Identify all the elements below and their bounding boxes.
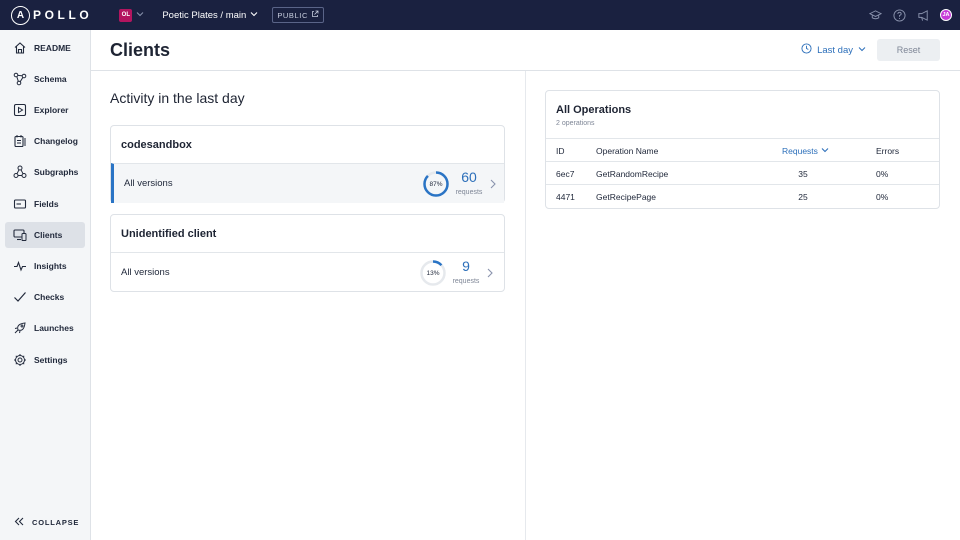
operations-card: All Operations 2 operations ID Operation…: [545, 90, 940, 209]
operations-title: All Operations: [556, 104, 632, 116]
org-badge[interactable]: OL: [119, 8, 133, 22]
request-count: 9: [462, 258, 470, 274]
client-version-row[interactable]: All versions 87% 60 requests: [111, 163, 504, 203]
graph-selector[interactable]: Poetic Plates / main: [162, 10, 258, 21]
double-chevron-left-icon: [14, 517, 24, 528]
chevron-down-icon: [858, 45, 866, 56]
sidebar-item-insights[interactable]: Insights: [5, 253, 85, 279]
public-label: PUBLIC: [277, 10, 309, 20]
sidebar-item-fields[interactable]: Fields: [5, 191, 85, 217]
subgraphs-icon: [13, 165, 27, 179]
public-badge[interactable]: PUBLIC: [272, 7, 325, 23]
external-link-icon: [311, 10, 319, 20]
sidebar-item-schema[interactable]: Schema: [5, 66, 85, 92]
sidebar: README Schema Explorer Changelog Subgrap…: [0, 30, 91, 540]
checks-icon: [13, 290, 27, 304]
top-right-icons: JA: [868, 0, 952, 30]
request-share-percent: 13%: [426, 269, 440, 277]
sidebar-item-label: Launches: [34, 323, 74, 333]
sidebar-item-changelog[interactable]: Changelog: [5, 128, 85, 154]
settings-icon: [13, 353, 27, 367]
sidebar-item-label: Changelog: [34, 136, 78, 146]
reset-button[interactable]: Reset: [877, 39, 940, 61]
operations-table-header: ID Operation Name Requests Errors: [546, 138, 939, 162]
operation-name: GetRandomRecipe: [596, 169, 669, 179]
time-range-label: Last day: [817, 44, 853, 56]
sidebar-item-label: Fields: [34, 199, 59, 209]
logo-text: POLLO: [33, 8, 93, 22]
request-count: 60: [461, 169, 477, 185]
explorer-icon: [13, 103, 27, 117]
sidebar-item-subgraphs[interactable]: Subgraphs: [5, 159, 85, 185]
collapse-label: COLLAPSE: [32, 518, 80, 527]
chevron-right-icon: [489, 177, 497, 195]
insights-icon: [13, 259, 27, 273]
sidebar-item-clients[interactable]: Clients: [5, 222, 85, 248]
requests-label: requests: [452, 278, 480, 285]
column-header-id[interactable]: ID: [556, 146, 565, 156]
top-bar: A POLLO OL Poetic Plates / main PUBLIC J…: [0, 0, 960, 30]
sidebar-item-launches[interactable]: Launches: [5, 315, 85, 341]
schema-icon: [13, 72, 27, 86]
activity-title: Activity in the last day: [110, 90, 245, 106]
graduation-cap-icon[interactable]: [868, 8, 882, 22]
column-header-requests-label: Requests: [782, 146, 818, 156]
sidebar-item-label: README: [34, 43, 71, 53]
sidebar-item-label: Schema: [34, 74, 67, 84]
client-card-unidentified: Unidentified client All versions 13% 9 r…: [110, 214, 505, 292]
org-chevron-down-icon[interactable]: [136, 10, 144, 20]
client-name: codesandbox: [121, 139, 192, 151]
column-header-errors[interactable]: Errors: [876, 146, 899, 156]
user-avatar[interactable]: JA: [940, 9, 952, 21]
sort-chevron-down-icon: [821, 146, 829, 156]
operation-name: GetRecipePage: [596, 192, 657, 202]
chevron-right-icon: [486, 266, 494, 284]
version-label: All versions: [121, 267, 170, 278]
column-header-operation-name[interactable]: Operation Name: [596, 146, 658, 156]
clients-icon: [13, 228, 27, 242]
operation-errors: 0%: [876, 192, 889, 202]
operation-errors: 0%: [876, 169, 889, 179]
operation-id: 4471: [556, 192, 575, 202]
client-name: Unidentified client: [121, 228, 217, 240]
sidebar-item-label: Insights: [34, 261, 67, 271]
operation-id: 6ec7: [556, 169, 575, 179]
changelog-icon: [13, 134, 27, 148]
time-range-selector[interactable]: Last day: [801, 43, 866, 57]
operations-count: 2 operations: [556, 120, 595, 127]
logo-letter: A: [11, 5, 30, 25]
sidebar-item-explorer[interactable]: Explorer: [5, 97, 85, 123]
operation-requests: 25: [798, 192, 808, 202]
requests-label: requests: [455, 189, 483, 196]
sidebar-item-label: Explorer: [34, 105, 69, 115]
help-icon[interactable]: [892, 8, 906, 22]
operation-requests: 35: [798, 169, 808, 179]
column-header-requests[interactable]: Requests: [782, 146, 829, 156]
announcement-icon[interactable]: [916, 8, 930, 22]
page-header: Clients Last day Reset: [91, 30, 960, 71]
sidebar-item-label: Checks: [34, 292, 65, 302]
graph-name: Poetic Plates / main: [162, 9, 247, 21]
client-card-codesandbox: codesandbox All versions 87% 60 requests: [110, 125, 505, 203]
sidebar-item-label: Settings: [34, 355, 68, 365]
sidebar-item-readme[interactable]: README: [5, 35, 85, 61]
client-version-row[interactable]: All versions 13% 9 requests: [111, 252, 504, 292]
clock-icon: [801, 43, 812, 57]
table-row[interactable]: 4471 GetRecipePage 25 0%: [546, 185, 939, 208]
apollo-logo[interactable]: A POLLO: [11, 5, 93, 25]
launches-icon: [13, 321, 27, 335]
sidebar-item-label: Clients: [34, 230, 63, 240]
graph-chevron-down-icon: [250, 10, 258, 21]
sidebar-item-settings[interactable]: Settings: [5, 347, 85, 373]
request-share-percent: 87%: [429, 180, 443, 188]
collapse-button[interactable]: COLLAPSE: [14, 517, 79, 528]
sidebar-item-checks[interactable]: Checks: [5, 284, 85, 310]
content-divider: [525, 71, 526, 540]
page-title: Clients: [110, 40, 171, 60]
fields-icon: [13, 197, 27, 211]
readme-icon: [13, 41, 27, 55]
table-row[interactable]: 6ec7 GetRandomRecipe 35 0%: [546, 162, 939, 185]
sidebar-item-label: Subgraphs: [34, 167, 79, 177]
version-label: All versions: [124, 178, 173, 189]
